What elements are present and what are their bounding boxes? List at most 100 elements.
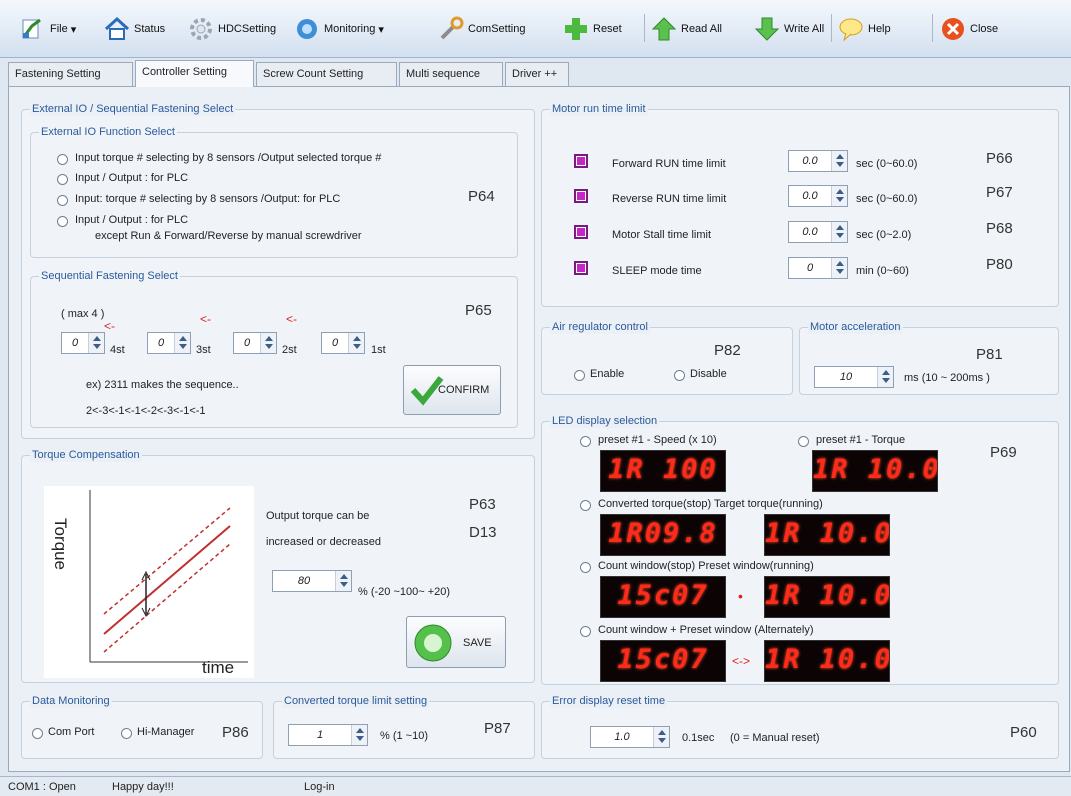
com-setting-button[interactable]: ComSetting bbox=[438, 14, 525, 44]
led-count-window-radio[interactable] bbox=[580, 562, 591, 573]
param-code: P68 bbox=[986, 220, 1013, 237]
toolbar-divider bbox=[831, 14, 832, 42]
param-code: P64 bbox=[468, 188, 495, 205]
reverse-run-stepper[interactable]: 0.0 bbox=[788, 185, 848, 207]
com-port-radio[interactable] bbox=[32, 728, 43, 739]
swap-arrows-icon: <-> bbox=[732, 654, 751, 668]
error-reset-stepper[interactable]: 1.0 bbox=[590, 726, 670, 748]
seq-2st-stepper[interactable]: 0 bbox=[233, 332, 277, 354]
sleep-mode-checkbox[interactable] bbox=[574, 261, 588, 275]
param-code: P65 bbox=[465, 302, 492, 319]
seq-1st-label: 1st bbox=[371, 344, 386, 356]
tab-fastening-setting[interactable]: Fastening Setting bbox=[8, 62, 133, 86]
forward-run-stepper[interactable]: 0.0 bbox=[788, 150, 848, 172]
led-speed-radio[interactable] bbox=[580, 436, 591, 447]
spin-arrows-icon[interactable] bbox=[831, 151, 847, 171]
led-converted-torque-display: 1R09.8 bbox=[600, 514, 726, 556]
spin-arrows-icon[interactable] bbox=[88, 333, 104, 353]
spin-arrows-icon[interactable] bbox=[831, 186, 847, 206]
file-icon bbox=[22, 18, 41, 39]
spin-arrows-icon[interactable] bbox=[831, 258, 847, 278]
converted-torque-limit-group: Converted torque limit setting 1 % (1 ~1… bbox=[273, 695, 535, 759]
arrow-up-icon bbox=[651, 17, 677, 41]
group-title: External IO / Sequential Fastening Selec… bbox=[30, 103, 236, 116]
param-code: P87 bbox=[484, 720, 511, 737]
data-monitoring-group: Data Monitoring Com Port Hi-Manager P86 bbox=[21, 695, 263, 759]
hdc-setting-button[interactable]: HDCSetting bbox=[188, 14, 276, 44]
led-alternate-radio[interactable] bbox=[580, 626, 591, 637]
spin-arrows-icon[interactable] bbox=[335, 571, 351, 591]
torque-time-graph bbox=[44, 486, 254, 678]
led-converted-torque-radio[interactable] bbox=[580, 500, 591, 511]
confirm-button[interactable]: CONFIRM bbox=[403, 365, 501, 415]
write-all-button[interactable]: Write All bbox=[754, 14, 824, 44]
sleep-mode-unit: min (0~60) bbox=[856, 265, 909, 277]
spin-arrows-icon[interactable] bbox=[260, 333, 276, 353]
spin-arrows-icon[interactable] bbox=[174, 333, 190, 353]
seq-1st-stepper[interactable]: 0 bbox=[321, 332, 365, 354]
forward-run-checkbox[interactable] bbox=[574, 154, 588, 168]
x-axis-label: time bbox=[202, 658, 235, 677]
reverse-run-checkbox[interactable] bbox=[574, 189, 588, 203]
hi-manager-radio[interactable] bbox=[121, 728, 132, 739]
read-all-button[interactable]: Read All bbox=[651, 14, 722, 44]
status-button[interactable]: Status bbox=[104, 14, 165, 44]
y-axis-label: Torque bbox=[51, 518, 70, 570]
com-port-label: Com Port bbox=[48, 726, 95, 738]
separator-dot: • bbox=[738, 588, 743, 604]
param-code: P86 bbox=[222, 724, 249, 741]
max-note: ( max 4 ) bbox=[61, 308, 105, 320]
spin-arrows-icon[interactable] bbox=[877, 367, 893, 387]
led-speed-display: 1R 100 bbox=[600, 450, 726, 492]
group-title: Motor run time limit bbox=[550, 103, 648, 116]
seq-3st-stepper[interactable]: 0 bbox=[147, 332, 191, 354]
torque-compensation-stepper[interactable]: 80 bbox=[272, 570, 352, 592]
spin-arrows-icon[interactable] bbox=[831, 222, 847, 242]
group-title: Converted torque limit setting bbox=[282, 695, 430, 708]
io-option-1-radio[interactable] bbox=[57, 154, 68, 165]
close-button[interactable]: Close bbox=[940, 14, 998, 44]
motor-stall-stepper[interactable]: 0.0 bbox=[788, 221, 848, 243]
controller-setting-panel: External IO / Sequential Fastening Selec… bbox=[8, 86, 1070, 772]
save-icon bbox=[414, 624, 452, 662]
sequential-fastening-group: Sequential Fastening Select P65 ( max 4 … bbox=[30, 270, 518, 428]
tab-screw-count-setting[interactable]: Screw Count Setting bbox=[256, 62, 397, 86]
group-title: LED display selection bbox=[550, 415, 660, 428]
external-io-function-group: External IO Function Select Input torque… bbox=[30, 126, 518, 258]
led-torque-label: preset #1 - Torque bbox=[816, 434, 906, 446]
io-option-4-radio[interactable] bbox=[57, 216, 68, 227]
reverse-run-label: Reverse RUN time limit bbox=[612, 193, 727, 205]
led-torque-radio[interactable] bbox=[798, 436, 809, 447]
param-code: P66 bbox=[986, 150, 1013, 167]
sleep-mode-stepper[interactable]: 0 bbox=[788, 257, 848, 279]
monitoring-menu[interactable]: Monitoring ▾ bbox=[294, 14, 384, 44]
io-option-3-radio[interactable] bbox=[57, 195, 68, 206]
motor-acceleration-stepper[interactable]: 10 bbox=[814, 366, 894, 388]
led-target-torque-display: 1R 10.0 bbox=[764, 514, 890, 556]
param-code: P81 bbox=[976, 346, 1003, 363]
io-option-2-radio[interactable] bbox=[57, 174, 68, 185]
reverse-run-unit: sec (0~60.0) bbox=[856, 193, 918, 205]
reset-button[interactable]: Reset bbox=[563, 14, 622, 44]
status-bar: COM1 : Open Happy day!!! Log-in bbox=[0, 776, 1071, 796]
save-button[interactable]: SAVE bbox=[406, 616, 506, 668]
arrow-left-icon: <- bbox=[286, 312, 298, 326]
spin-arrows-icon[interactable] bbox=[348, 333, 364, 353]
gear-icon bbox=[190, 18, 212, 40]
air-enable-radio[interactable] bbox=[574, 370, 585, 381]
converted-torque-stepper[interactable]: 1 bbox=[288, 724, 368, 746]
spin-arrows-icon[interactable] bbox=[351, 725, 367, 745]
tab-multi-sequence[interactable]: Multi sequence bbox=[399, 62, 503, 86]
speech-bubble-icon bbox=[839, 18, 863, 42]
file-menu[interactable]: File ▾ bbox=[20, 14, 76, 44]
spin-arrows-icon[interactable] bbox=[653, 727, 669, 747]
air-disable-radio[interactable] bbox=[674, 370, 685, 381]
arrow-down-icon bbox=[754, 17, 780, 41]
tab-driver[interactable]: Driver ++ bbox=[505, 62, 569, 86]
tab-controller-setting[interactable]: Controller Setting bbox=[135, 60, 254, 87]
help-button[interactable]: Help bbox=[838, 14, 891, 44]
motor-stall-checkbox[interactable] bbox=[574, 225, 588, 239]
seq-4st-stepper[interactable]: 0 bbox=[61, 332, 105, 354]
param-code: P67 bbox=[986, 184, 1013, 201]
external-io-group: External IO / Sequential Fastening Selec… bbox=[21, 103, 535, 439]
